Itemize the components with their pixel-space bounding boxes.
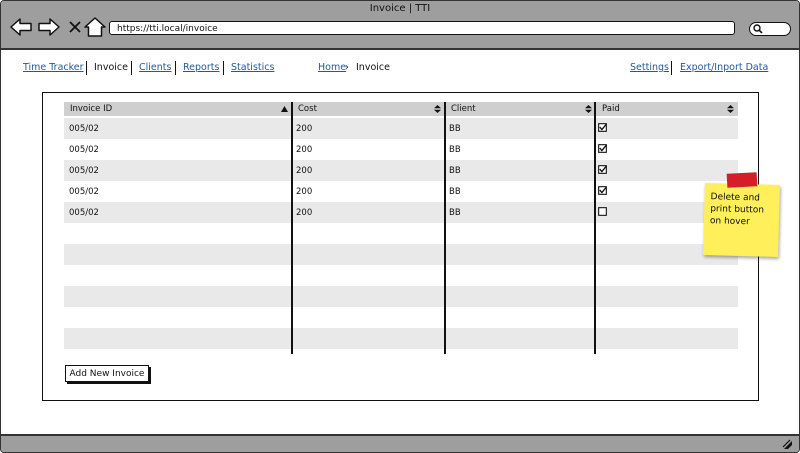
client-cell: BB	[449, 187, 461, 197]
home-icon[interactable]	[83, 15, 107, 39]
table-row[interactable]: 005/02 200 BB	[64, 181, 738, 202]
column-divider	[444, 102, 446, 354]
invoice-id-cell: 005/02	[69, 187, 99, 197]
nav-statistics[interactable]: Statistics	[231, 62, 274, 73]
sort-icon[interactable]	[434, 105, 441, 113]
client-cell: BB	[449, 124, 461, 134]
address-bar[interactable]: https://tti.local/invoice	[109, 21, 735, 35]
empty-table-row	[64, 307, 738, 328]
menu-divider	[175, 61, 176, 75]
cost-cell: 200	[296, 145, 313, 155]
invoice-id-cell: 005/02	[69, 145, 99, 155]
invoice-id-cell: 005/02	[69, 166, 99, 176]
breadcrumb-home[interactable]: Home	[318, 62, 346, 73]
empty-table-row	[64, 286, 738, 307]
nav-settings[interactable]: Settings	[630, 62, 669, 73]
nav-invoice[interactable]: Invoice	[94, 62, 128, 73]
sticky-note: Delete and print button on hover	[703, 183, 780, 257]
resize-grip-icon[interactable]	[781, 438, 793, 450]
sort-icon[interactable]	[585, 105, 592, 113]
invoice-id-cell: 005/02	[69, 124, 99, 134]
column-divider	[291, 102, 293, 354]
cost-cell: 200	[296, 124, 313, 134]
browser-window: Invoice | TTI https://tti.local/invoice …	[0, 0, 800, 453]
empty-table-row	[64, 244, 738, 265]
menu-divider	[671, 61, 672, 75]
column-header-client[interactable]: Client	[445, 102, 596, 116]
nav-export-import[interactable]: Export/Inport Data	[680, 62, 768, 73]
sort-icon[interactable]	[727, 105, 734, 113]
breadcrumb-separator: ›	[345, 62, 349, 73]
menu-divider	[131, 61, 132, 75]
client-cell: BB	[449, 145, 461, 155]
empty-table-row	[64, 265, 738, 286]
cost-cell: 200	[296, 166, 313, 176]
cost-cell: 200	[296, 208, 313, 218]
window-title: Invoice | TTI	[369, 3, 431, 14]
empty-table-row	[64, 223, 738, 244]
breadcrumb-current: Invoice	[356, 62, 390, 73]
sort-ascending-icon[interactable]	[281, 105, 288, 113]
paid-checkbox-checked[interactable]	[598, 186, 607, 195]
invoice-id-cell: 005/02	[69, 208, 99, 218]
forward-arrow-icon[interactable]	[37, 15, 61, 39]
status-bar	[1, 434, 799, 452]
nav-time-tracker[interactable]: Time Tracker	[23, 62, 84, 73]
add-new-invoice-button[interactable]: Add New Invoice	[65, 365, 149, 382]
column-header-cost[interactable]: Cost	[292, 102, 445, 116]
table-row[interactable]: 005/02 200 BB	[64, 118, 738, 139]
column-header-paid[interactable]: Paid	[596, 102, 738, 116]
column-divider	[594, 102, 596, 354]
browser-toolbar: Invoice | TTI https://tti.local/invoice	[1, 1, 799, 50]
paid-checkbox-checked[interactable]	[598, 144, 607, 153]
menu-divider	[86, 61, 87, 75]
search-icon	[753, 24, 763, 34]
back-arrow-icon[interactable]	[9, 15, 33, 39]
table-row[interactable]: 005/02 200 BB	[64, 139, 738, 160]
search-field[interactable]	[749, 22, 791, 36]
client-cell: BB	[449, 166, 461, 176]
paid-checkbox-checked[interactable]	[598, 123, 607, 132]
client-cell: BB	[449, 208, 461, 218]
table-row[interactable]: 005/02 200 BB	[64, 202, 738, 223]
cost-cell: 200	[296, 187, 313, 197]
nav-clients[interactable]: Clients	[139, 62, 171, 73]
paid-checkbox-unchecked[interactable]	[598, 207, 607, 216]
empty-table-row	[64, 328, 738, 349]
column-header-invoice-id[interactable]: Invoice ID	[64, 102, 292, 116]
menu-divider	[223, 61, 224, 75]
paid-checkbox-checked[interactable]	[598, 165, 607, 174]
note-tape	[726, 172, 758, 188]
table-row[interactable]: 005/02 200 BB	[64, 160, 738, 181]
nav-reports[interactable]: Reports	[183, 62, 219, 73]
